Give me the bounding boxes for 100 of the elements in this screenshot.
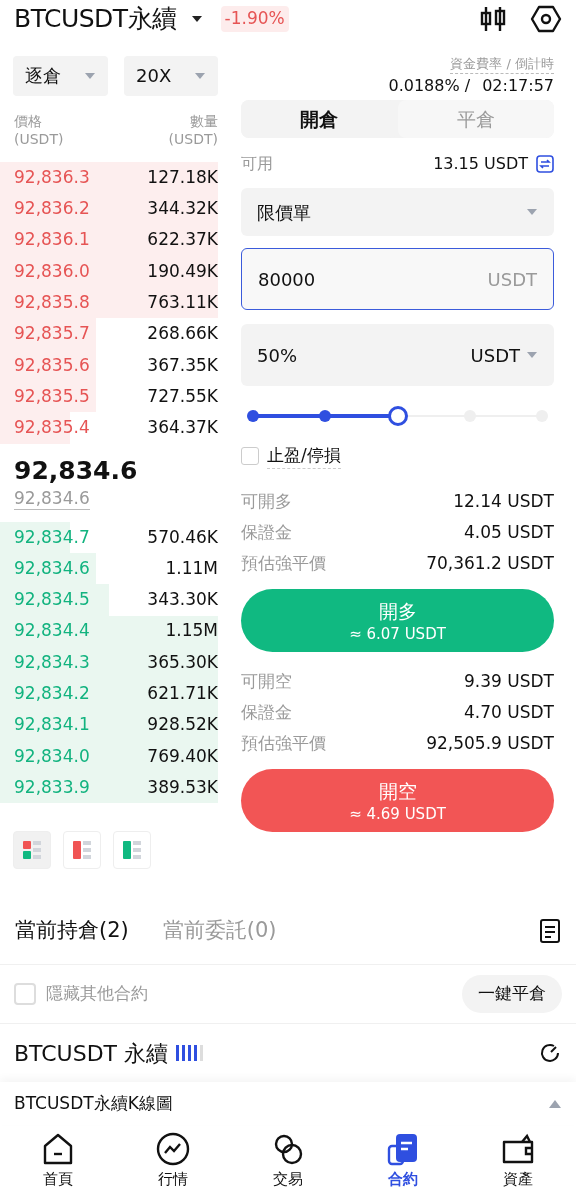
price-text: 92,835.5 [14,384,90,408]
price-text: 92,835.4 [14,416,90,440]
price-text: 92,834.5 [14,588,90,612]
order-book-row[interactable]: 92,833.9 389.53K [0,772,218,804]
available-value: 13.15 USDT [433,153,528,175]
amount-field[interactable]: 50% USDT [241,324,554,386]
quantity-text: 1.15M [165,619,218,643]
quantity-text: 365.30K [147,650,218,674]
caret-icon [194,71,206,80]
quantity-text: 367.35K [147,353,218,377]
chart-icon [155,1132,190,1167]
caret-icon [526,208,538,216]
nav-item[interactable]: 合約 [345,1132,461,1191]
slider-node[interactable] [319,410,332,422]
price-text: 92,836.2 [14,197,90,221]
tp-sl-checkbox[interactable] [241,447,259,465]
order-book-row[interactable]: 92,836.0 190.49K [0,255,218,288]
order-book-row[interactable]: 92,835.7 268.66K [0,318,218,350]
nav-item[interactable]: 首頁 [0,1132,116,1191]
info-label: 可開多 [241,489,292,513]
layout-toggle[interactable] [113,831,151,870]
available-label: 可用 [241,153,273,175]
price-text: 92,833.9 [14,775,90,799]
position-title: BTCUSDT 永續 [14,1039,169,1068]
quantity-text: 763.11K [147,291,218,315]
kline-title[interactable]: BTCUSDT永續K線圖 [14,1091,173,1117]
info-value: 70,361.2 USDT [426,551,554,575]
transfer-icon[interactable] [536,155,554,173]
price-value: 80000 [258,267,316,292]
document-icon[interactable] [539,917,561,944]
quantity-text: 570.46K [147,525,218,549]
info-value: 92,505.9 USDT [426,731,554,755]
quantity-text: 190.49K [147,259,218,283]
order-book-row[interactable]: 92,836.1 622.37K [0,224,218,256]
change-badge: -1.90% [220,6,289,32]
order-type-dropdown[interactable]: 限價單 [241,188,554,236]
order-book-row[interactable]: 92,834.5 343.30K [0,584,218,616]
order-book-row[interactable]: 92,834.2 621.71K [0,678,218,710]
close-all-button[interactable]: 一鍵平倉 [462,974,562,1013]
order-book-row[interactable]: 92,834.6 1.11M [0,552,218,585]
amount-value: 50% [257,343,297,368]
nav-item[interactable]: 行情 [115,1132,231,1191]
quantity-text: 928.52K [147,713,218,737]
order-book-row[interactable]: 92,834.1 928.52K [0,709,218,741]
quantity-text: 622.37K [147,228,218,252]
countdown-text: 02:17:57 [482,75,554,97]
quantity-text: 1.11M [165,556,218,580]
symbol-title[interactable]: BTCUSDT永續 [14,0,177,38]
nav-item[interactable]: 交易 [230,1132,346,1191]
quantity-text: 344.32K [147,197,218,221]
leverage-dropdown[interactable]: 20X [124,55,218,96]
price-text: 92,834.2 [14,682,90,706]
price-unit-label: USDT [487,267,537,292]
order-book-row[interactable]: 92,836.2 344.32K [0,193,218,225]
layout-toggle[interactable] [13,831,51,870]
price-text: 92,836.3 [14,165,90,189]
price-text: 92,834.4 [14,619,90,643]
info-label: 預估強平價 [241,551,326,575]
quantity-text: 389.53K [147,775,218,799]
info-label: 預估強平價 [241,731,326,755]
order-book-row[interactable]: 92,835.6 367.35K [0,349,218,382]
price-field[interactable]: 80000 USDT [241,248,554,310]
order-book-row[interactable]: 92,836.3 127.18K [0,162,218,194]
quantity-text: 127.18K [147,165,218,189]
info-value: 9.39 USDT [464,669,554,693]
info-value: 4.70 USDT [464,700,554,724]
slider-node[interactable] [247,410,259,422]
order-book-row[interactable]: 92,834.0 769.40K [0,740,218,773]
order-book-row[interactable]: 92,834.7 570.46K [0,521,218,553]
hide-others-checkbox[interactable] [14,982,36,1005]
layout-toggle[interactable] [63,831,101,870]
quantity-text: 769.40K [147,744,218,768]
nav-item[interactable]: 資產 [460,1132,576,1191]
order-book-row[interactable]: 92,834.4 1.15M [0,615,218,647]
price-text: 92,836.0 [14,259,90,283]
caret-icon [526,351,538,359]
info-value: 12.14 USDT [453,489,554,513]
price-text: 92,835.7 [14,322,90,346]
funding-rate: 0.0188% / [388,75,471,97]
quantity-text: 621.71K [147,682,218,706]
margin-mode-dropdown[interactable]: 逐倉 [13,55,108,96]
info-label: 保證金 [241,700,292,724]
info-value: 4.05 USDT [464,520,554,544]
quantity-text: 343.30K [147,588,218,612]
price-text: 92,834.3 [14,650,90,674]
quantity-unit: (USDT) [168,130,218,148]
slider-thumb[interactable] [387,406,408,426]
info-label: 保證金 [241,520,292,544]
order-book-row[interactable]: 92,835.4 364.37K [0,412,218,444]
last-price: 92,834.6 [14,455,138,488]
quantity-text: 727.55K [147,384,218,408]
order-book-row[interactable]: 92,834.3 365.30K [0,646,218,679]
position-tab[interactable]: 當前持倉(2) [15,914,129,947]
tp-sl-label[interactable]: 止盈/停損 [267,442,341,470]
caret-icon [84,71,96,80]
price-header: 價格 [14,112,43,130]
order-book-row[interactable]: 92,835.5 727.55K [0,381,218,413]
price-text: 92,836.1 [14,228,90,252]
amount-unit: USDT [470,343,520,368]
order-book-row[interactable]: 92,835.8 763.11K [0,287,218,319]
